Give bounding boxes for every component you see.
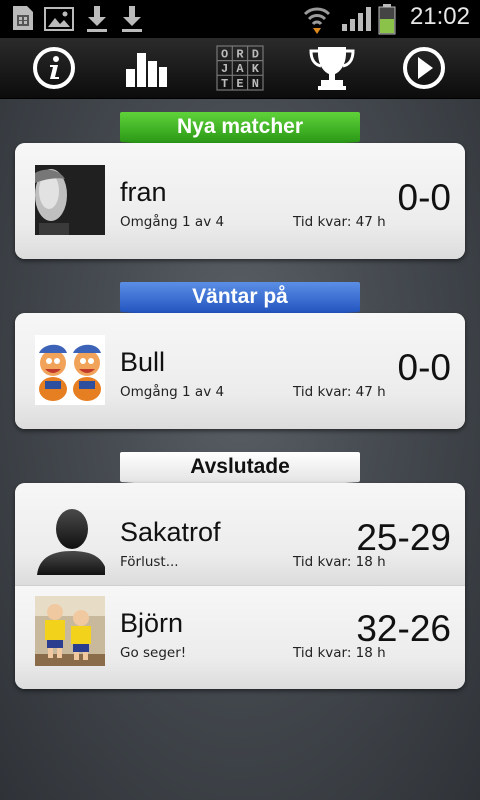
stats-button[interactable]	[111, 40, 181, 96]
round-info: Omgång 1 av 4	[120, 384, 225, 400]
opponent-name: Sakatrof	[120, 517, 221, 547]
sim-icon	[13, 6, 33, 30]
status-bar: 21:02	[0, 0, 480, 38]
stats-icon	[126, 53, 167, 87]
opponent-name: Bull	[120, 347, 166, 377]
download-icon	[87, 6, 107, 32]
download-icon	[122, 6, 142, 32]
match-card: fran Omgång 1 av 4 Tid kvar: 47 h 0-0	[15, 143, 465, 259]
logo-letter: J	[221, 62, 228, 76]
cartoon-avatar	[35, 335, 105, 405]
kids-photo-avatar	[35, 596, 105, 666]
logo-letter: K	[252, 62, 260, 76]
info-button[interactable]	[19, 40, 89, 96]
match-row[interactable]: Sakatrof Förlust... Tid kvar: 18 h 25-29	[15, 483, 465, 585]
match-score: 32-26	[356, 608, 451, 649]
signal-icon	[342, 7, 371, 31]
logo-letter: R	[236, 48, 244, 62]
top-toolbar: O R D J A K T E N	[0, 38, 480, 99]
trophy-button[interactable]	[297, 40, 367, 96]
play-button[interactable]	[389, 40, 459, 96]
round-info: Go seger!	[120, 645, 187, 661]
ordjakten-button[interactable]: O R D J A K T E N	[205, 40, 275, 96]
opponent-name: Björn	[120, 608, 184, 638]
ordjakten-logo: O R D J A K T E N	[216, 45, 264, 91]
silhouette-avatar	[35, 505, 105, 575]
match-card: Sakatrof Förlust... Tid kvar: 18 h 25-29…	[15, 483, 465, 689]
trophy-icon	[309, 47, 355, 90]
time-left: Tid kvar: 47 h	[293, 214, 386, 230]
match-row[interactable]: Björn Go seger! Tid kvar: 18 h 32-26	[15, 585, 465, 689]
section-title: Nya matcher	[120, 112, 360, 142]
section-title: Avslutade	[120, 452, 360, 482]
match-row[interactable]: Bull Omgång 1 av 4 Tid kvar: 47 h 0-0	[15, 313, 465, 429]
logo-letter: N	[252, 77, 259, 91]
round-info: Omgång 1 av 4	[120, 214, 225, 230]
match-row[interactable]: fran Omgång 1 av 4 Tid kvar: 47 h 0-0	[15, 143, 465, 259]
match-score: 25-29	[356, 517, 451, 558]
section-title: Väntar på	[120, 282, 360, 312]
logo-letter: O	[221, 48, 228, 62]
match-card: Bull Omgång 1 av 4 Tid kvar: 47 h 0-0	[15, 313, 465, 429]
wifi-icon	[303, 7, 331, 34]
play-icon	[403, 47, 445, 89]
match-score: 0-0	[397, 347, 451, 388]
status-clock: 21:02	[409, 3, 470, 30]
time-left: Tid kvar: 47 h	[293, 384, 386, 400]
battery-icon	[378, 4, 396, 35]
photo-avatar	[35, 165, 105, 235]
image-icon	[44, 7, 74, 31]
logo-letter: A	[236, 62, 244, 76]
logo-letter: T	[221, 77, 228, 91]
opponent-name: fran	[120, 177, 167, 207]
logo-letter: D	[252, 48, 259, 62]
info-icon	[33, 47, 75, 89]
match-score: 0-0	[397, 177, 451, 218]
logo-letter: E	[236, 77, 243, 91]
round-info: Förlust...	[120, 554, 179, 570]
